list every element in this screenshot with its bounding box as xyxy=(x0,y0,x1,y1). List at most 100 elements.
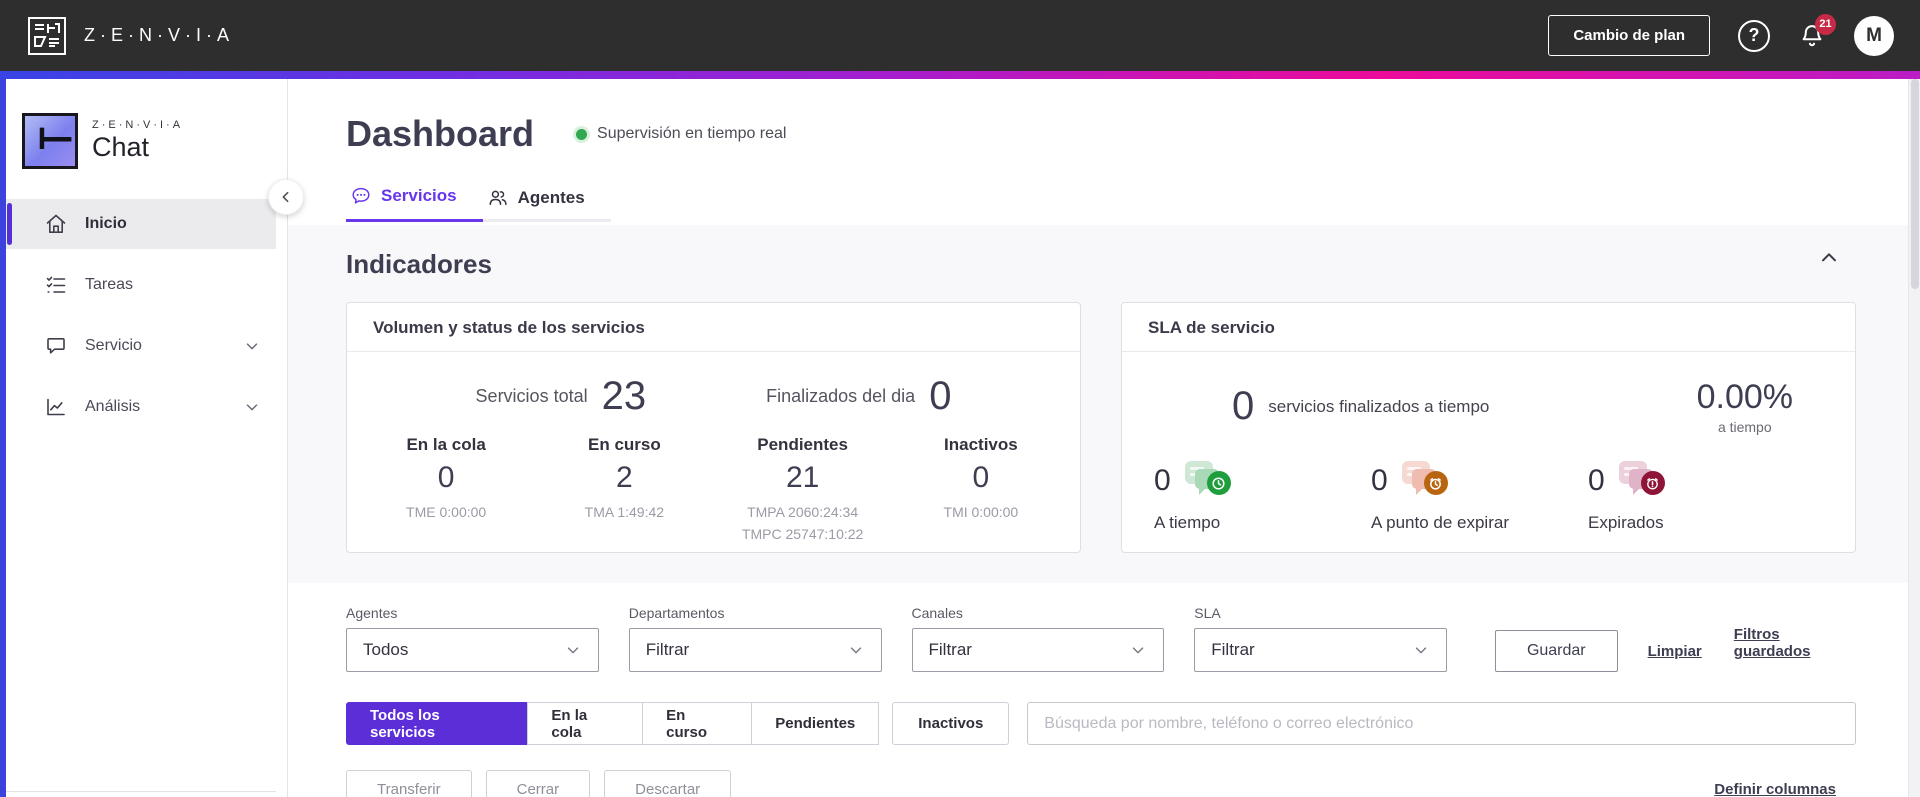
indicators-heading: Indicadores xyxy=(346,249,492,279)
search-input[interactable] xyxy=(1027,702,1856,745)
tasks-icon xyxy=(46,276,66,293)
tab-agentes[interactable]: Agentes xyxy=(483,185,611,222)
filters-bar: Agentes Todos Departamentos Filtrar Cana… xyxy=(288,583,1908,672)
scrollbar[interactable] xyxy=(1908,79,1920,797)
home-icon xyxy=(46,214,66,233)
help-icon[interactable]: ? xyxy=(1738,19,1770,52)
avatar[interactable]: M xyxy=(1854,15,1894,56)
chevron-down-icon xyxy=(1415,647,1427,654)
product-name-text: Chat xyxy=(92,132,150,162)
clear-filters-link[interactable]: Limpiar xyxy=(1648,643,1702,660)
brand-text: Z·E·N·V·I·A xyxy=(84,25,234,45)
sla-card-title: SLA de servicio xyxy=(1122,303,1855,352)
brand-gradient-bar xyxy=(0,71,1920,79)
sidebar-item-analisis[interactable]: Análisis xyxy=(6,382,287,432)
stat-inactivos: Inactivos 0 TMI 0:00:00 xyxy=(943,435,1019,520)
services-total-label: Servicios total xyxy=(475,386,588,406)
notification-badge: 21 xyxy=(1815,13,1836,35)
services-total-value: 23 xyxy=(601,374,647,418)
zenvia-brand: Z·E·N·V·I·A xyxy=(26,15,234,57)
chevron-down-icon xyxy=(850,647,861,654)
transfer-button[interactable]: Transferir xyxy=(346,770,472,797)
sidebar-item-label: Análisis xyxy=(85,398,141,415)
saved-filters-link[interactable]: Filtros guardados xyxy=(1734,626,1856,660)
sla-select[interactable]: Filtrar xyxy=(1194,628,1447,672)
sidebar-item-servicio[interactable]: Servicio xyxy=(6,321,287,371)
sla-stat-expired: 0 Expirados xyxy=(1588,459,1805,533)
sidebar-item-label: Inicio xyxy=(85,215,127,232)
filter-departamentos: Departamentos Filtrar xyxy=(628,605,882,672)
chevron-down-icon xyxy=(246,343,258,350)
main-tabs: Servicios Agentes xyxy=(346,185,611,222)
close-button[interactable]: Cerrar xyxy=(485,770,591,797)
status-text: Supervisión en tiempo real xyxy=(597,125,787,142)
sla-stat-about-to-expire: 0 A punto de expirar xyxy=(1371,459,1588,533)
notifications-button[interactable]: 21 xyxy=(1798,13,1836,50)
departamentos-select[interactable]: Filtrar xyxy=(628,628,882,672)
inactivos-button[interactable]: Inactivos xyxy=(892,702,1010,745)
segment-todos-los-servicios[interactable]: Todos los servicios xyxy=(346,702,529,745)
realtime-status: Supervisión en tiempo real xyxy=(576,125,786,143)
sidebar-divider xyxy=(6,791,276,792)
page-title: Dashboard xyxy=(346,113,535,154)
chevron-up-icon[interactable] xyxy=(1818,247,1840,269)
stat-en-curso: En curso 2 TMA 1:49:42 xyxy=(584,435,665,520)
expired-icon xyxy=(1613,459,1665,503)
segment-en-la-cola[interactable]: En la cola xyxy=(527,702,644,745)
on-time-icon xyxy=(1179,459,1231,503)
sidebar-item-inicio[interactable]: Inicio xyxy=(6,199,276,249)
volume-card-title: Volumen y status de los servicios xyxy=(347,303,1080,352)
tab-label: Agentes xyxy=(517,187,585,207)
finished-today-label: Finalizados del dia xyxy=(766,386,916,406)
topbar: Z·E·N·V·I·A Cambio de plan ? 21 M xyxy=(0,0,1920,71)
actions-bar: Transferir Cerrar Descartar Definir colu… xyxy=(288,745,1908,797)
canales-select[interactable]: Filtrar xyxy=(911,628,1165,672)
main-content: Dashboard Supervisión en tiempo real Ser… xyxy=(288,79,1908,797)
agentes-select[interactable]: Todos xyxy=(346,628,599,672)
sidebar-item-label: Servicio xyxy=(85,337,142,354)
save-filters-button[interactable]: Guardar xyxy=(1495,630,1618,672)
filter-agentes: Agentes Todos xyxy=(346,605,599,672)
sidebar-item-tareas[interactable]: Tareas xyxy=(6,260,287,310)
chevron-left-icon xyxy=(282,191,289,203)
chat-icon xyxy=(47,338,65,354)
filter-sla: SLA Filtrar xyxy=(1194,605,1447,672)
segment-en-curso[interactable]: En curso xyxy=(642,702,753,745)
volume-status-card: Volumen y status de los servicios Servic… xyxy=(346,302,1081,553)
segment-pendientes[interactable]: Pendientes xyxy=(751,702,880,745)
status-dot-icon xyxy=(576,128,588,140)
zenvia-chat-app: Z·E·N·V·I·A Cambio de plan ? 21 M Z·E·N·… xyxy=(0,0,1920,797)
product-brand-text: Z·E·N·V·I·A xyxy=(92,119,184,131)
scrollbar-thumb[interactable] xyxy=(1911,79,1919,289)
sidebar-item-label: Tareas xyxy=(85,276,134,293)
sidebar-collapse-button[interactable] xyxy=(268,179,304,215)
discard-button[interactable]: Descartar xyxy=(604,770,732,797)
finished-today-value: 0 xyxy=(929,374,952,418)
chevron-down-icon xyxy=(246,404,258,411)
service-filter-bar: Todos los servicios En la cola En curso … xyxy=(288,672,1908,745)
sla-stat-on-time: 0 A tiempo xyxy=(1154,459,1371,533)
tab-servicios[interactable]: Servicios xyxy=(346,185,483,222)
people-icon xyxy=(489,190,507,205)
stat-en-la-cola: En la cola 0 TME 0:00:00 xyxy=(406,435,487,520)
sidebar-nav: Inicio Tareas Servicio Análisis xyxy=(6,199,287,432)
stat-pendientes: Pendientes 21 TMPA 2060:24:34 TMPC 25747… xyxy=(741,435,864,542)
services-total: Servicios total 23 xyxy=(476,374,647,419)
change-plan-button[interactable]: Cambio de plan xyxy=(1548,15,1710,56)
sla-finished: 0 servicios finalizados a tiempo xyxy=(1232,384,1490,428)
define-columns-link[interactable]: Definir columnas xyxy=(1714,781,1836,797)
sidebar: Z·E·N·V·I·A Chat Inicio Tareas Servicio … xyxy=(6,79,288,797)
zenvia-chat-logo-icon xyxy=(22,113,78,169)
product-logo: Z·E·N·V·I·A Chat xyxy=(22,113,287,169)
zenvia-logo-icon xyxy=(28,16,66,55)
indicators-section: Indicadores Volumen y status de los serv… xyxy=(288,225,1908,583)
tab-label: Servicios xyxy=(381,186,457,205)
about-to-expire-icon xyxy=(1396,459,1448,503)
finished-today: Finalizados del dia 0 xyxy=(766,374,951,419)
filter-canales: Canales Filtrar xyxy=(911,605,1165,672)
sla-card: SLA de servicio 0 servicios finalizados … xyxy=(1121,302,1856,553)
service-segments: Todos los servicios En la cola En curso … xyxy=(346,702,880,745)
sla-percent: 0.00% a tiempo xyxy=(1696,378,1793,435)
chevron-down-icon xyxy=(1133,647,1144,654)
analytics-icon xyxy=(47,398,65,416)
